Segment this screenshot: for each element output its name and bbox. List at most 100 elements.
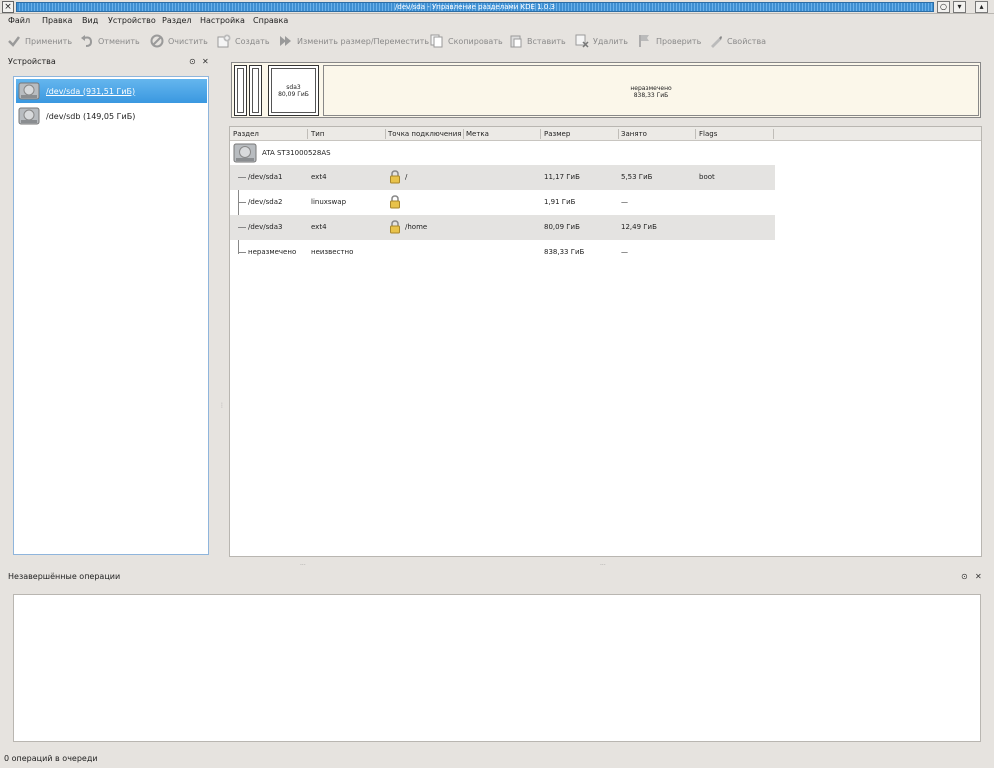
menu-settings[interactable]: Настройка	[200, 16, 245, 25]
map-block-sda3[interactable]: sda3 80,09 ГиБ	[268, 65, 319, 116]
menu-help[interactable]: Справка	[253, 16, 288, 25]
devices-float-icon[interactable]: ⊙	[189, 57, 196, 66]
new-button[interactable]: Создать	[217, 33, 270, 49]
delete-label: Удалить	[593, 36, 628, 46]
window-title: /dev/sda - Управление разделами KDE 1.0.…	[395, 3, 555, 11]
lock-icon	[390, 195, 400, 209]
table-row[interactable]: /dev/sda2 linuxswap 1,91 ГиБ —	[230, 190, 775, 215]
table-row[interactable]: /dev/sda1 ext4 / 11,17 ГиБ 5,53 ГиБ boot	[230, 165, 775, 190]
cell-mountpoint: /home	[405, 223, 428, 231]
harddisk-icon	[233, 143, 257, 163]
device-item-sdb[interactable]: /dev/sdb (149,05 ГиБ)	[16, 104, 207, 128]
clear-icon	[150, 34, 164, 48]
horizontal-splitter[interactable]: ···	[300, 562, 306, 569]
devices-list: /dev/sda (931,51 ГиБ) /dev/sdb (149,05 Г…	[13, 76, 209, 555]
menu-file[interactable]: Файл	[8, 16, 30, 25]
paste-button[interactable]: Вставить	[509, 33, 566, 49]
device-item-sda[interactable]: /dev/sda (931,51 ГиБ)	[16, 79, 207, 103]
cell-used: —	[621, 198, 628, 206]
paste-icon	[510, 35, 522, 48]
device-label: /dev/sda (931,51 ГиБ)	[46, 86, 136, 96]
properties-label: Свойства	[727, 36, 767, 46]
flag-icon	[639, 35, 649, 47]
menu-device[interactable]: Устройство	[108, 16, 156, 25]
table-row-disk[interactable]: ATA ST31000528AS	[230, 141, 775, 166]
menu-bar: Файл Правка Вид Устройство Раздел Настро…	[0, 14, 994, 28]
new-icon	[217, 34, 231, 48]
col-partition[interactable]: Раздел	[233, 130, 259, 138]
cell-size: 1,91 ГиБ	[544, 198, 576, 206]
properties-icon	[711, 36, 722, 48]
map-block-unallocated[interactable]: неразмечено 838,33 ГиБ	[323, 65, 979, 116]
table-header: Раздел Тип Точка подключения Метка Разме…	[230, 127, 981, 141]
pending-float-icon[interactable]: ⊙	[961, 572, 968, 581]
col-flags[interactable]: Flags	[699, 130, 717, 138]
window-maximize-icon[interactable]: ▴	[975, 1, 988, 13]
resize-move-label: Изменить размер/Переместить	[297, 36, 430, 46]
check-icon	[8, 36, 20, 47]
pending-close-icon[interactable]: ✕	[975, 572, 982, 581]
cell-used: —	[621, 248, 628, 256]
vertical-splitter[interactable]: ⋮	[219, 402, 225, 409]
cell-partition: /dev/sda3	[248, 223, 283, 231]
menu-edit[interactable]: Правка	[42, 16, 72, 25]
window-close-icon[interactable]: ×	[2, 1, 14, 13]
check-label: Проверить	[656, 36, 702, 46]
undo-button[interactable]: Отменить	[80, 33, 140, 49]
title-strip[interactable]: /dev/sda - Управление разделами KDE 1.0.…	[16, 2, 934, 12]
col-used[interactable]: Занято	[621, 130, 647, 138]
properties-button[interactable]: Свойства	[709, 33, 766, 49]
menu-partition[interactable]: Раздел	[162, 16, 192, 25]
clear-button[interactable]: Очистить	[150, 33, 208, 49]
lock-icon	[390, 170, 400, 184]
cell-size: 80,09 ГиБ	[544, 223, 580, 231]
map-unalloc-size: 838,33 ГиБ	[633, 92, 669, 99]
harddisk-icon	[18, 107, 40, 125]
new-label: Создать	[235, 36, 270, 46]
delete-icon	[575, 34, 589, 48]
map-block-sda2[interactable]	[249, 65, 262, 116]
table-row[interactable]: /dev/sda3 ext4 /home 80,09 ГиБ 12,49 ГиБ	[230, 215, 775, 240]
resize-icon	[280, 36, 291, 46]
col-mountpoint[interactable]: Точка подключения	[388, 130, 463, 138]
lock-icon	[390, 220, 400, 234]
window-minimize-icon[interactable]: ▾	[953, 1, 966, 13]
delete-button[interactable]: Удалить	[575, 33, 628, 49]
col-type[interactable]: Тип	[311, 130, 324, 138]
map-sda3-name: sda3	[286, 84, 301, 91]
undo-label: Отменить	[98, 36, 140, 46]
cell-partition: неразмечено	[248, 248, 297, 256]
cell-size: 838,33 ГиБ	[544, 248, 585, 256]
partition-table: Раздел Тип Точка подключения Метка Разме…	[229, 126, 982, 557]
map-sda3-size: 80,09 ГиБ	[278, 91, 309, 98]
map-block-sda1[interactable]	[234, 65, 247, 116]
copy-icon	[430, 34, 443, 48]
col-size[interactable]: Размер	[544, 130, 570, 138]
apply-button[interactable]: Применить	[7, 33, 72, 49]
toolbar: Применить Отменить Очистить Создать Изме…	[0, 28, 994, 54]
check-button[interactable]: Проверить	[638, 33, 701, 49]
cell-flags: boot	[699, 173, 715, 181]
cell-type: linuxswap	[311, 198, 347, 206]
col-label[interactable]: Метка	[466, 130, 489, 138]
copy-label: Скопировать	[448, 36, 503, 46]
cell-type: ext4	[311, 223, 327, 231]
status-text: 0 операций в очереди	[4, 754, 98, 763]
resize-move-button[interactable]: Изменить размер/Переместить	[279, 33, 429, 49]
map-unalloc-name: неразмечено	[630, 85, 672, 92]
window-pin-icon[interactable]: ○	[937, 1, 950, 13]
devices-panel-title: Устройства	[8, 57, 56, 66]
menu-view[interactable]: Вид	[82, 16, 98, 25]
copy-button[interactable]: Скопировать	[430, 33, 503, 49]
cell-partition: /dev/sda2	[248, 198, 283, 206]
harddisk-icon	[18, 82, 40, 100]
undo-icon	[81, 35, 93, 47]
cell-mountpoint: /	[405, 173, 408, 181]
paste-label: Вставить	[527, 36, 566, 46]
apply-label: Применить	[25, 36, 73, 46]
horizontal-splitter[interactable]: ···	[600, 562, 606, 569]
table-row[interactable]: неразмечено неизвестно 838,33 ГиБ —	[230, 240, 775, 265]
pending-ops-title: Незавершённые операции	[8, 572, 121, 581]
devices-close-icon[interactable]: ✕	[202, 57, 209, 66]
cell-size: 11,17 ГиБ	[544, 173, 580, 181]
